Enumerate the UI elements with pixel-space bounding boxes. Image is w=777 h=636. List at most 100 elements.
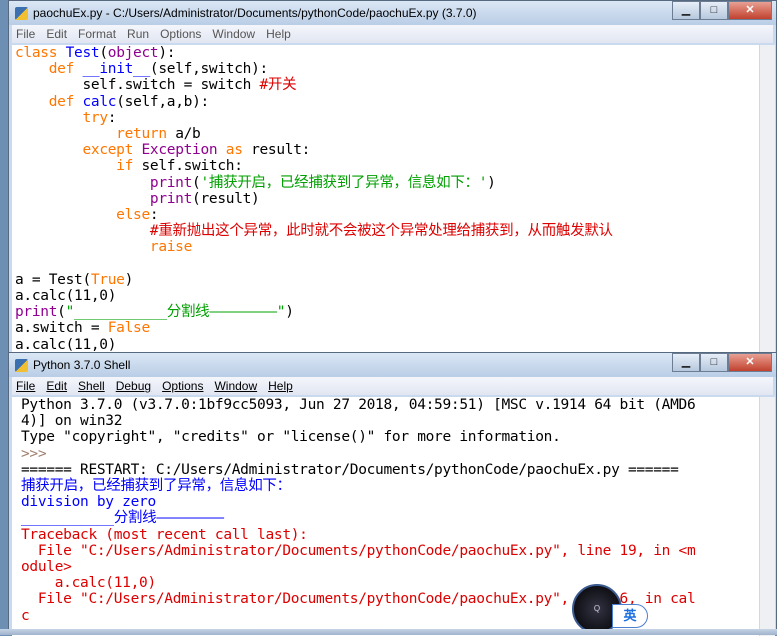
code-token: ( xyxy=(99,45,108,61)
code-token: Type "copyright", "credits" or "license(… xyxy=(21,429,561,446)
code-token: return xyxy=(116,126,167,143)
code-line: ___________分割线———————— xyxy=(21,510,768,526)
code-token: result: xyxy=(242,142,311,159)
code-token: : xyxy=(149,207,159,224)
code-line: raise xyxy=(15,239,762,255)
code-line: >>> xyxy=(21,446,768,462)
editor-titlebar[interactable]: paochuEx.py - C:/Users/Administrator/Doc… xyxy=(9,1,776,25)
code-token: ) xyxy=(285,304,294,321)
code-token: if xyxy=(116,158,134,175)
code-token: class xyxy=(15,45,66,61)
shell-output-area[interactable]: Python 3.7.0 (v3.7.0:1bf9cc5093, Jun 27 … xyxy=(12,397,768,636)
code-line: a.calc(11,0) xyxy=(15,337,762,353)
python-shell-icon xyxy=(15,358,28,372)
code-token: Exception xyxy=(141,142,218,159)
code-token: print xyxy=(15,304,58,321)
code-token: Test xyxy=(65,45,100,61)
code-line: a.calc(11,0) xyxy=(21,575,768,591)
code-line: try: xyxy=(15,110,762,126)
menu-file[interactable]: File xyxy=(16,379,35,393)
code-line: division by zero xyxy=(21,494,768,510)
menu-window[interactable]: Window xyxy=(214,379,257,393)
code-token: a.calc(11,0) xyxy=(15,336,117,353)
menu-shell[interactable]: Shell xyxy=(78,379,105,393)
code-token: calc xyxy=(82,93,117,110)
code-line: #重新抛出这个异常，此时就不会被这个异常处理给捕获到，从而触发默认 xyxy=(15,223,762,239)
menu-file[interactable]: File xyxy=(16,27,35,41)
code-token: division by zero xyxy=(21,494,156,511)
menu-options[interactable]: Options xyxy=(160,27,201,41)
code-line: Traceback (most recent call last): xyxy=(21,527,768,543)
minimize-button[interactable]: ▁ xyxy=(672,1,700,20)
code-line: self.switch = switch #开关 xyxy=(15,77,762,93)
close-button[interactable]: ✕ xyxy=(728,1,772,20)
code-token: (self,a,b): xyxy=(116,93,209,110)
code-token: ) xyxy=(124,271,134,288)
menu-run[interactable]: Run xyxy=(127,27,149,41)
editor-title: paochuEx.py - C:/Users/Administrator/Doc… xyxy=(33,6,477,20)
menu-help[interactable]: Help xyxy=(266,27,291,41)
menu-edit[interactable]: Edit xyxy=(46,27,67,41)
shell-menubar: File Edit Shell Debug Options Window Help xyxy=(12,377,773,395)
code-token: ( xyxy=(57,304,66,321)
code-token: as xyxy=(217,142,243,159)
shell-titlebar[interactable]: Python 3.7.0 Shell ▁ □ ✕ xyxy=(9,353,776,377)
menu-format[interactable]: Format xyxy=(78,27,116,41)
code-line: a.calc(11,0) xyxy=(15,288,762,304)
code-token: '捕获开启，已经捕获到了异常，信息如下：' xyxy=(200,174,488,191)
maximize-button[interactable]: □ xyxy=(700,1,728,20)
code-line xyxy=(15,256,762,272)
code-token: True xyxy=(90,271,125,288)
code-line: if self.switch: xyxy=(15,158,762,174)
code-token: def xyxy=(48,93,83,110)
code-token: ====== RESTART: C:/Users/Administrator/D… xyxy=(21,461,679,478)
shell-maximize-button[interactable]: □ xyxy=(700,353,728,372)
code-token: (self,switch): xyxy=(149,61,268,78)
shell-title: Python 3.7.0 Shell xyxy=(33,358,131,372)
code-token: File "C:/Users/Administrator/Documents/p… xyxy=(21,542,696,559)
code-token: >>> xyxy=(21,445,55,462)
taskbar xyxy=(0,629,777,635)
code-token: self.switch: xyxy=(133,158,243,175)
code-line: a.switch = False xyxy=(15,320,762,336)
shell-scrollbar[interactable] xyxy=(759,397,775,636)
code-line: return a/b xyxy=(15,126,762,142)
code-token: print xyxy=(149,174,193,191)
menu-help[interactable]: Help xyxy=(268,379,293,393)
ime-indicator[interactable]: 英 xyxy=(612,604,648,628)
code-line: print('捕获开启，已经捕获到了异常，信息如下：') xyxy=(15,175,762,191)
code-token: def xyxy=(48,61,83,78)
code-line: File "C:/Users/Administrator/Documents/p… xyxy=(21,591,768,607)
code-token: else xyxy=(116,207,150,224)
code-token: try xyxy=(82,109,108,126)
editor-code-area[interactable]: class Test(object): def __init__(self,sw… xyxy=(12,45,762,359)
code-token: a/b xyxy=(166,126,201,143)
code-token: Traceback (most recent call last): xyxy=(21,526,308,543)
code-token: __init__ xyxy=(82,61,150,78)
code-line: 捕获开启，已经捕获到了异常，信息如下： xyxy=(21,478,768,494)
code-line: print("___________分割线————————") xyxy=(15,304,762,320)
code-line: def calc(self,a,b): xyxy=(15,94,762,110)
menu-window[interactable]: Window xyxy=(212,27,255,41)
code-token: Python 3.7.0 (v3.7.0:1bf9cc5093, Jun 27 … xyxy=(21,397,696,413)
code-token: #重新抛出这个异常，此时就不会被这个异常处理给捕获到，从而触发默认 xyxy=(149,223,613,240)
shell-close-button[interactable]: ✕ xyxy=(728,353,772,372)
code-line: Type "copyright", "credits" or "license(… xyxy=(21,429,768,445)
editor-scrollbar[interactable] xyxy=(759,45,775,359)
menu-debug[interactable]: Debug xyxy=(116,379,151,393)
menu-edit[interactable]: Edit xyxy=(46,379,67,393)
code-token: a = Test( xyxy=(15,271,91,288)
menu-options[interactable]: Options xyxy=(162,379,203,393)
code-line: odule> xyxy=(21,559,768,575)
shell-minimize-button[interactable]: ▁ xyxy=(672,353,700,372)
code-token: c xyxy=(21,607,30,624)
code-token: odule> xyxy=(21,559,72,576)
code-token: : xyxy=(107,109,117,126)
